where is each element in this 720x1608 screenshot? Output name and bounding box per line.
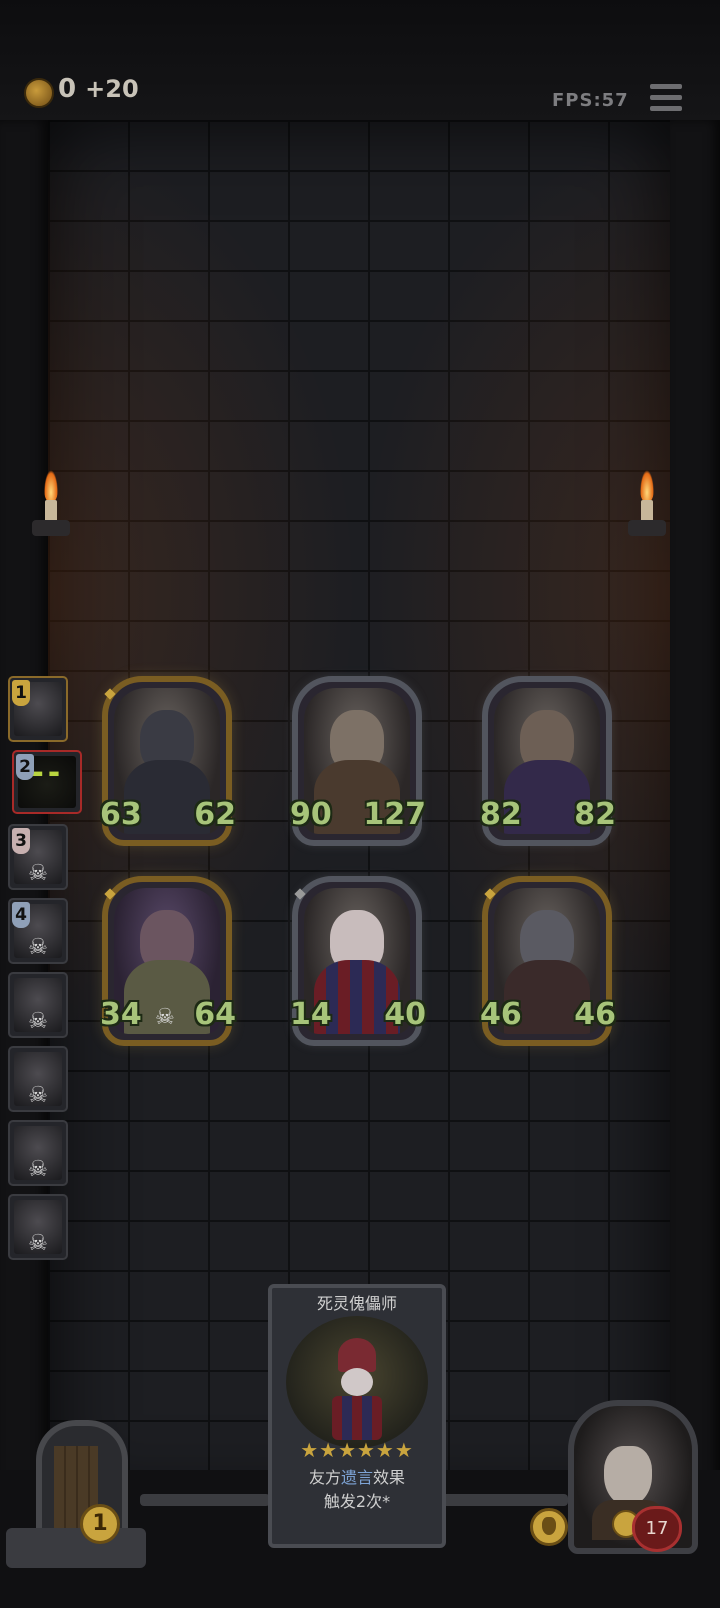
- skull-icon: ☠: [28, 935, 48, 960]
- torch-left: [32, 470, 70, 550]
- gold-value: 0: [58, 74, 77, 104]
- skull-icon: ☠: [28, 861, 48, 886]
- queue-number: 3: [12, 828, 30, 854]
- gold-income: +20: [85, 75, 139, 103]
- queue-number: 4: [12, 902, 30, 928]
- art-face: [341, 1368, 373, 1396]
- health-value: 40: [384, 997, 426, 1033]
- health-value: 127: [363, 797, 426, 833]
- attack-value: 34: [98, 997, 142, 1033]
- attack-value: 63: [98, 797, 142, 833]
- star-rating: ★★★★★★: [300, 1438, 414, 1462]
- shield-icon[interactable]: [530, 1508, 568, 1546]
- shop-gate[interactable]: [6, 1410, 146, 1570]
- glowing-eyes: ▬▬: [32, 766, 65, 780]
- attack-value: 14: [288, 997, 332, 1033]
- menu-icon-bar: [650, 106, 682, 111]
- board-card-4[interactable]: ☠ 34 64: [98, 876, 236, 1046]
- desc-prefix: 友方: [308, 1468, 341, 1487]
- top-hud: 0 +20 FPS:57: [0, 0, 720, 120]
- desc-line-2: 触发2次*: [323, 1492, 391, 1511]
- skull-icon: ☠: [155, 1005, 175, 1030]
- menu-icon-bar: [650, 95, 682, 100]
- board-card-6[interactable]: 46 46: [478, 876, 616, 1046]
- gate-base: [6, 1528, 146, 1568]
- card-art: [286, 1316, 428, 1448]
- health-value: 62: [194, 797, 236, 833]
- art-body: [332, 1396, 382, 1440]
- pipe: [140, 1494, 270, 1506]
- skull-icon: ☠: [28, 1009, 48, 1034]
- pipe: [436, 1494, 568, 1506]
- menu-icon: [650, 84, 682, 89]
- attack-value: 82: [478, 797, 522, 833]
- hero-health-heart: 17: [632, 1506, 682, 1552]
- flame-icon: [640, 470, 654, 502]
- torch-right: [628, 470, 666, 550]
- board-card-1[interactable]: 63 62: [98, 676, 236, 846]
- board-card-3[interactable]: 82 82: [478, 676, 616, 846]
- skull-icon: ☠: [28, 1083, 48, 1108]
- queue-item-6[interactable]: ☠: [8, 1046, 68, 1112]
- card-description: 友方遗言效果 触发2次*: [272, 1466, 442, 1514]
- queue-item-7[interactable]: ☠: [8, 1120, 68, 1186]
- attack-value: 46: [478, 997, 522, 1033]
- queue-item-2[interactable]: ▬▬ 2: [12, 750, 82, 814]
- flame-icon: [44, 470, 58, 502]
- desc-suffix: 效果: [373, 1468, 406, 1487]
- menu-button[interactable]: [650, 84, 682, 114]
- skull-icon: ☠: [28, 1157, 48, 1182]
- torch-holder: [628, 520, 666, 536]
- desc-keyword: 遗言: [340, 1468, 373, 1487]
- queue-item-4[interactable]: 4 ☠: [8, 898, 68, 964]
- right-pillar: [670, 120, 720, 1510]
- queue-item-1[interactable]: 1: [8, 676, 68, 742]
- board-card-2[interactable]: 90 127: [288, 676, 426, 846]
- gold-coin-icon: [24, 78, 54, 108]
- attack-value: 90: [288, 797, 332, 833]
- queue-number: 2: [16, 754, 34, 780]
- queue-number: 1: [12, 680, 30, 706]
- fps-counter: FPS:57: [552, 90, 629, 111]
- queue-item-5[interactable]: ☠: [8, 972, 68, 1038]
- featured-card[interactable]: 死灵傀儡师 ★★★★★★ 友方遗言效果 触发2次*: [268, 1284, 446, 1548]
- card-name: 死灵傀儡师: [316, 1294, 397, 1313]
- gate-counter-badge: 1: [80, 1504, 120, 1544]
- queue-item-8[interactable]: ☠: [8, 1194, 68, 1260]
- left-pillar: [0, 120, 48, 1510]
- game-screen: 0 +20 FPS:57 1 ▬▬ 2 3 ☠ 4 ☠ ☠ ☠ ☠ ☠ 63 6…: [0, 0, 720, 1608]
- queue-item-3[interactable]: 3 ☠: [8, 824, 68, 890]
- board-card-5[interactable]: 14 40: [288, 876, 426, 1046]
- hero-head: [604, 1446, 652, 1506]
- skull-icon: ☠: [28, 1231, 48, 1256]
- health-value: 46: [574, 997, 616, 1033]
- gold-counter: 0 +20: [58, 74, 139, 104]
- torch-holder: [32, 520, 70, 536]
- health-value: 82: [574, 797, 616, 833]
- art-hat: [338, 1338, 376, 1372]
- health-value: 64: [194, 997, 236, 1033]
